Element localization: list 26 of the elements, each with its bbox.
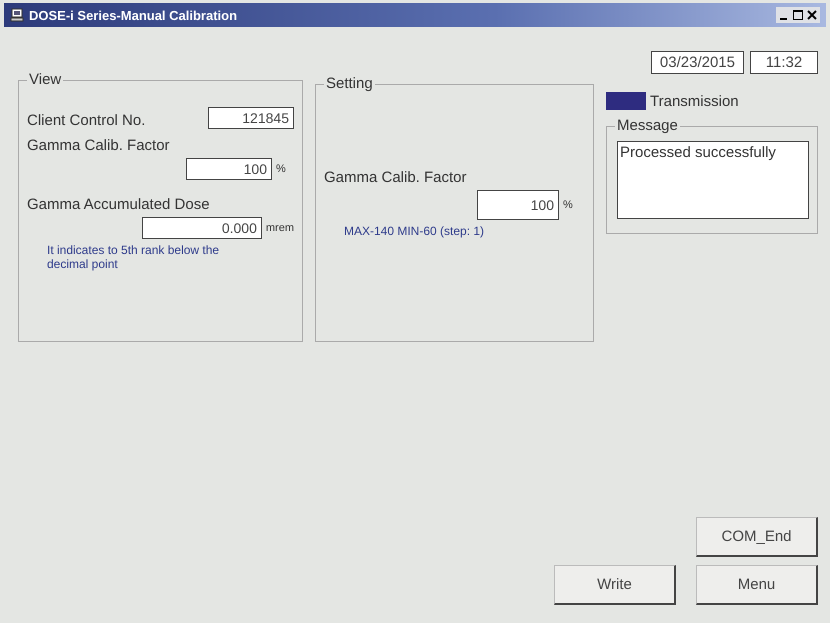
field-label: Client Control No. xyxy=(27,112,146,129)
calib-factor-field[interactable]: 100 xyxy=(186,158,272,180)
field-label: Gamma Calib. Factor xyxy=(324,169,468,186)
time-field: 11:32 xyxy=(750,51,818,74)
accumulated-dose-field[interactable]: 0.000 xyxy=(142,217,262,239)
range-text: MAX-140 MIN-60 (step: 1) xyxy=(342,224,486,238)
unit-label: % xyxy=(276,163,287,175)
message-box: Processed successfully xyxy=(617,141,809,219)
app-icon xyxy=(10,8,24,22)
com-end-button[interactable]: COM_End xyxy=(696,517,818,557)
client-control-field[interactable]: 121845 xyxy=(208,107,294,129)
unit-label: mrem xyxy=(266,222,294,234)
maximize-icon[interactable] xyxy=(792,9,804,21)
date-field: 03/23/2015 xyxy=(650,51,744,74)
window-title: DOSE-i Series-Manual Calibration xyxy=(29,8,238,22)
note-text: It indicates to 5th rank below the decimal point xyxy=(46,243,220,271)
close-icon[interactable] xyxy=(806,9,818,21)
group-title: Setting xyxy=(324,75,375,92)
group-title: Message xyxy=(615,117,680,134)
field-label: Gamma Accumulated Dose xyxy=(27,196,211,213)
field-label: Gamma Calib. Factor xyxy=(27,137,171,154)
menu-button[interactable]: Menu xyxy=(696,565,818,605)
calib-factor-input[interactable]: 100 xyxy=(477,190,559,220)
unit-label: % xyxy=(563,199,574,211)
write-button[interactable]: Write xyxy=(554,565,676,605)
transmission-label: Transmission xyxy=(650,92,739,110)
